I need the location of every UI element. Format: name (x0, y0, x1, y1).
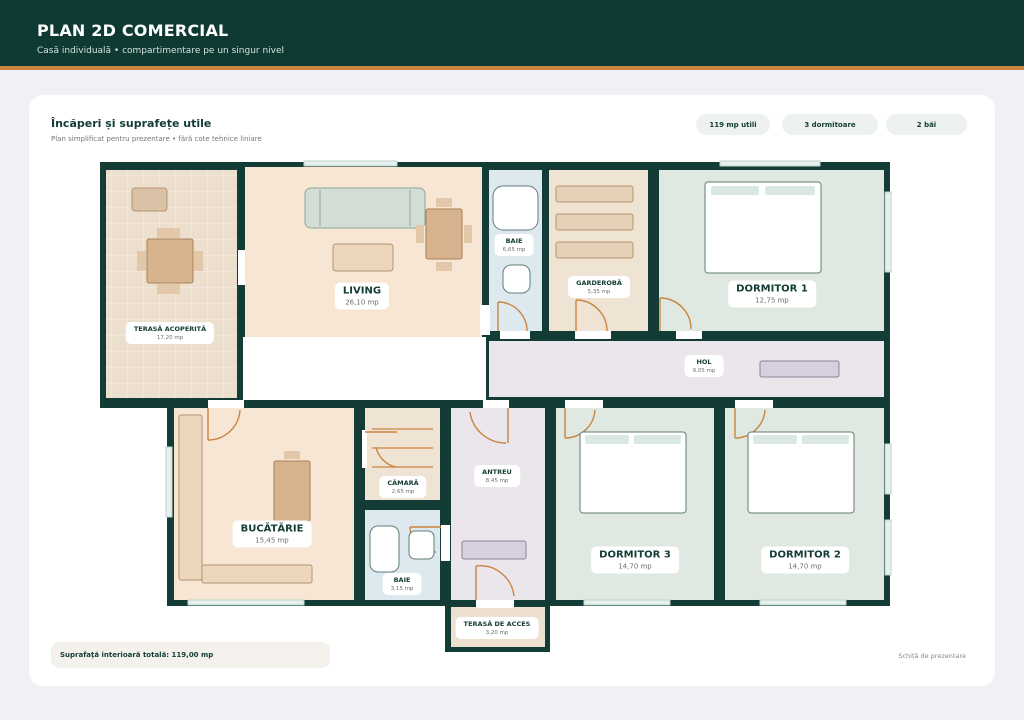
room-label-dormitor-2: DORMITOR 2 14,70 mp (761, 546, 849, 574)
terrace-chair (157, 284, 180, 294)
room-label-antreu: ANTREU 8,45 mp (474, 465, 520, 487)
terrace-chair (131, 187, 168, 212)
window-dormitor-1-side (884, 191, 892, 273)
dining-table (425, 208, 463, 260)
bed (747, 431, 855, 514)
shower-tray-small (369, 525, 400, 573)
shower-tray (492, 185, 539, 231)
room-label-dormitor-1: DORMITOR 1 12,75 mp (728, 280, 816, 308)
room-label-terasa-acoperita: TERASĂ ACOPERITĂ 17,20 mp (125, 322, 215, 344)
room-label-terasa-acces: TERASĂ DE ACCES 3,20 mp (455, 617, 539, 639)
terrace-chair (194, 251, 203, 271)
presentation-note: Schiță de prezentare (898, 652, 966, 660)
room-label-baie-2: BAIE 3,15 mp (382, 573, 422, 595)
kitchen-island (273, 460, 311, 522)
shelf (555, 185, 634, 203)
window-dormitor-1-top (719, 160, 821, 167)
room-label-bucatarie: BUCĂTĂRIE 15,45 mp (232, 520, 312, 548)
window-bucatarie-bottom (187, 599, 305, 606)
floor-plan (100, 160, 892, 652)
window-dormitor-2-side-low (884, 519, 892, 576)
room-label-dormitor-3: DORMITOR 3 14,70 mp (591, 546, 679, 574)
bed (704, 181, 822, 274)
terrace-chair (157, 228, 180, 238)
window-dormitor-2-bottom (759, 599, 847, 606)
room-label-baie-1: BAIE 6,65 mp (494, 234, 534, 256)
terrace-chair (137, 251, 146, 271)
wall-opening-hall (480, 305, 490, 335)
shelf (555, 213, 634, 231)
floor-open-area (243, 337, 486, 400)
room-label-hol: HOL 9,05 mp (684, 355, 724, 377)
hall-bench (759, 360, 840, 378)
coffee-table (332, 243, 394, 272)
bed (579, 431, 687, 514)
window-bucatarie-side (165, 446, 173, 518)
terrace-table (146, 238, 194, 284)
wall-opening-living (238, 250, 245, 285)
shelf (555, 241, 634, 259)
total-area-box: Suprafață interioară totală: 119,00 mp (51, 642, 330, 668)
room-label-living: LIVING 26,10 mp (334, 282, 390, 310)
window-dormitor-3 (583, 599, 671, 606)
window-dormitor-2-side (884, 443, 892, 495)
kitchen-counter-side (178, 414, 203, 581)
window-living (303, 160, 398, 167)
entrance-bench (461, 540, 527, 560)
kitchen-counter-bottom (201, 564, 313, 584)
room-label-camara: CĂMARĂ 2,65 mp (379, 476, 427, 498)
room-label-garderoba: GARDEROBĂ 5,35 mp (568, 276, 630, 298)
wc (502, 264, 531, 294)
sofa (304, 187, 426, 229)
sink (408, 530, 435, 560)
